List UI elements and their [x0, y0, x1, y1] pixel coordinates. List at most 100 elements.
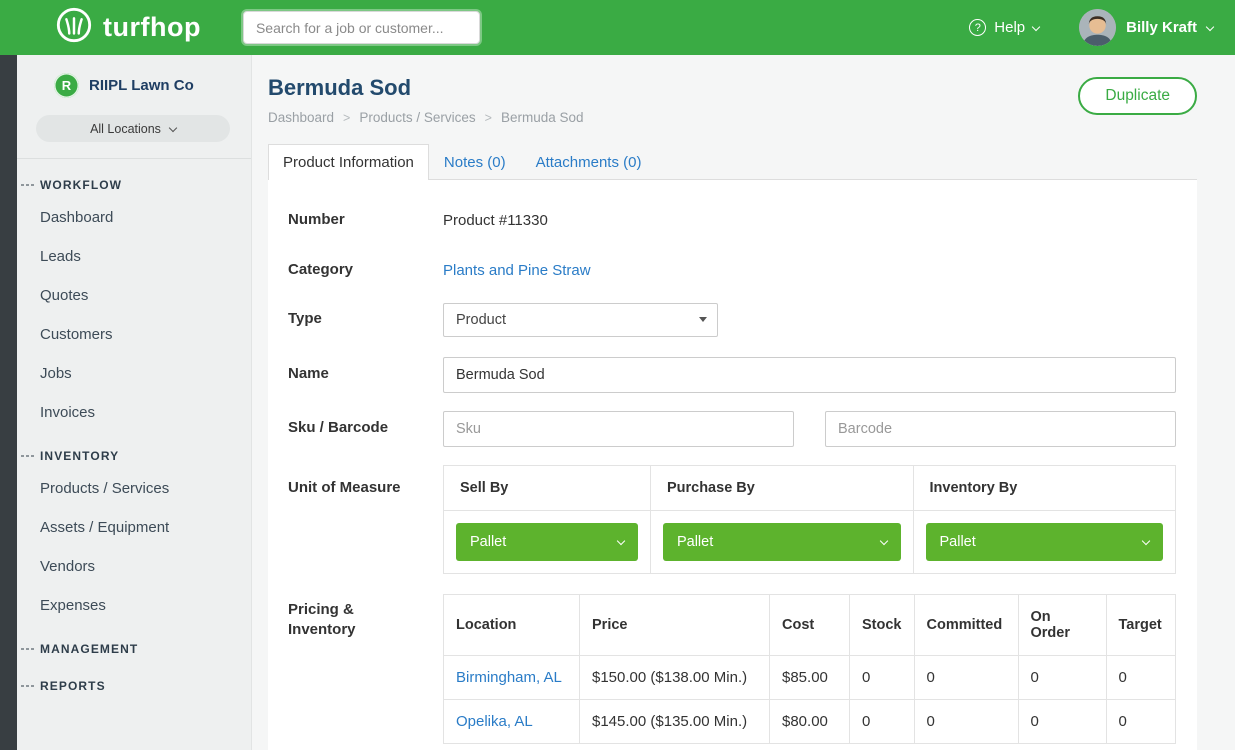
sidebar: R RIIPL Lawn Co All Locations WORKFLOW D…	[17, 55, 252, 750]
help-icon	[969, 19, 986, 36]
sku-input[interactable]	[443, 411, 794, 447]
on-order-cell: 0	[1018, 655, 1106, 699]
user-menu[interactable]: Billy Kraft	[1079, 9, 1213, 46]
type-select-value: Product	[456, 312, 506, 328]
breadcrumb-current: Bermuda Sod	[476, 110, 584, 125]
brand-name: turfhop	[103, 12, 201, 43]
location-link-opelika[interactable]: Opelika, AL	[456, 713, 533, 730]
type-select[interactable]: Product	[443, 303, 718, 337]
tab-bar: Product Information Notes (0) Attachment…	[268, 143, 1197, 179]
target-cell: 0	[1106, 699, 1176, 743]
pricing-column-location: Location	[444, 594, 580, 655]
top-header: turfhop Help Billy Kraft	[0, 0, 1235, 55]
chevron-down-icon	[1142, 536, 1150, 544]
target-cell: 0	[1106, 655, 1176, 699]
name-input[interactable]	[443, 357, 1176, 393]
price-cell: $150.00 ($138.00 Min.)	[580, 655, 770, 699]
chevron-down-icon	[699, 317, 707, 322]
nav-section-label: REPORTS	[40, 679, 106, 693]
committed-cell: 0	[914, 655, 1018, 699]
tab-attachments[interactable]: Attachments (0)	[521, 146, 657, 179]
chevron-down-icon	[1206, 22, 1214, 30]
breadcrumb-products-services[interactable]: Products / Services	[334, 110, 476, 125]
stock-cell: 0	[850, 655, 915, 699]
company-badge: R	[54, 73, 79, 98]
header-actions: Help Billy Kraft	[969, 9, 1213, 46]
search-input[interactable]	[243, 11, 480, 44]
tab-notes[interactable]: Notes (0)	[429, 146, 521, 179]
cost-cell: $80.00	[770, 699, 850, 743]
company-header: R RIIPL Lawn Co	[17, 73, 251, 98]
sidebar-item-vendors[interactable]: Vendors	[17, 547, 251, 586]
purchase-by-value: Pallet	[677, 534, 713, 550]
nav-section-label: INVENTORY	[40, 449, 119, 463]
section-dash-icon	[21, 184, 34, 186]
sidebar-item-customers[interactable]: Customers	[17, 315, 251, 354]
duplicate-button[interactable]: Duplicate	[1078, 77, 1197, 115]
table-row: Birmingham, AL $150.00 ($138.00 Min.) $8…	[444, 655, 1176, 699]
pricing-inventory-label: Pricing & Inventory	[288, 594, 418, 744]
on-order-cell: 0	[1018, 699, 1106, 743]
uom-column-purchase-by: Purchase By	[650, 465, 913, 510]
sidebar-item-quotes[interactable]: Quotes	[17, 276, 251, 315]
page-title: Bermuda Sod	[268, 75, 584, 101]
number-value: Product #11330	[443, 212, 548, 229]
turfhop-logo-icon	[55, 6, 93, 49]
pricing-column-committed: Committed	[914, 594, 1018, 655]
help-menu[interactable]: Help	[969, 19, 1039, 36]
category-link[interactable]: Plants and Pine Straw	[443, 262, 591, 279]
nav-section-inventory: INVENTORY	[17, 432, 251, 469]
collapsed-nav-rail	[0, 55, 17, 750]
chevron-down-icon	[879, 536, 887, 544]
sell-by-value: Pallet	[470, 534, 506, 550]
inventory-by-select[interactable]: Pallet	[926, 523, 1164, 561]
unit-of-measure-table: Sell By Purchase By Inventory By Pallet	[443, 465, 1176, 574]
uom-column-sell-by: Sell By	[444, 465, 651, 510]
sidebar-item-products-services[interactable]: Products / Services	[17, 469, 251, 508]
sidebar-nav: WORKFLOW Dashboard Leads Quotes Customer…	[17, 159, 251, 699]
table-row: Opelika, AL $145.00 ($135.00 Min.) $80.0…	[444, 699, 1176, 743]
breadcrumb: Dashboard Products / Services Bermuda So…	[268, 110, 584, 125]
locations-dropdown[interactable]: All Locations	[36, 115, 230, 142]
sidebar-item-leads[interactable]: Leads	[17, 237, 251, 276]
tab-product-information[interactable]: Product Information	[268, 144, 429, 180]
pricing-table: Location Price Cost Stock Committed On O…	[443, 594, 1176, 744]
sidebar-item-expenses[interactable]: Expenses	[17, 586, 251, 625]
pricing-column-target: Target	[1106, 594, 1176, 655]
chevron-down-icon	[169, 123, 177, 131]
pricing-column-price: Price	[580, 594, 770, 655]
cost-cell: $85.00	[770, 655, 850, 699]
name-label: Name	[288, 364, 418, 384]
purchase-by-select[interactable]: Pallet	[663, 523, 901, 561]
price-cell: $145.00 ($135.00 Min.)	[580, 699, 770, 743]
product-information-panel: Number Product #11330 Category Plants an…	[268, 179, 1197, 750]
inventory-by-value: Pallet	[940, 534, 976, 550]
number-label: Number	[288, 210, 418, 230]
breadcrumb-dashboard[interactable]: Dashboard	[268, 110, 334, 125]
uom-column-inventory-by: Inventory By	[913, 465, 1176, 510]
brand-logo[interactable]: turfhop	[55, 6, 201, 49]
nav-section-reports[interactable]: REPORTS	[17, 662, 251, 699]
sidebar-item-jobs[interactable]: Jobs	[17, 354, 251, 393]
nav-section-label: WORKFLOW	[40, 178, 122, 192]
barcode-input[interactable]	[825, 411, 1176, 447]
company-name: RIIPL Lawn Co	[89, 77, 194, 94]
sku-barcode-label: Sku / Barcode	[288, 418, 418, 438]
location-link-birmingham[interactable]: Birmingham, AL	[456, 669, 562, 686]
sidebar-item-invoices[interactable]: Invoices	[17, 393, 251, 432]
chevron-down-icon	[1032, 22, 1040, 30]
stock-cell: 0	[850, 699, 915, 743]
help-label: Help	[994, 19, 1025, 36]
sidebar-item-dashboard[interactable]: Dashboard	[17, 198, 251, 237]
category-label: Category	[288, 260, 418, 280]
nav-section-label: MANAGEMENT	[40, 642, 138, 656]
sidebar-item-assets-equipment[interactable]: Assets / Equipment	[17, 508, 251, 547]
page-header: Bermuda Sod Dashboard Products / Service…	[268, 75, 1197, 125]
user-name: Billy Kraft	[1126, 19, 1197, 36]
type-label: Type	[288, 309, 418, 329]
pricing-header-row: Location Price Cost Stock Committed On O…	[444, 594, 1176, 655]
pricing-column-cost: Cost	[770, 594, 850, 655]
pricing-column-stock: Stock	[850, 594, 915, 655]
nav-section-management[interactable]: MANAGEMENT	[17, 625, 251, 662]
sell-by-select[interactable]: Pallet	[456, 523, 638, 561]
